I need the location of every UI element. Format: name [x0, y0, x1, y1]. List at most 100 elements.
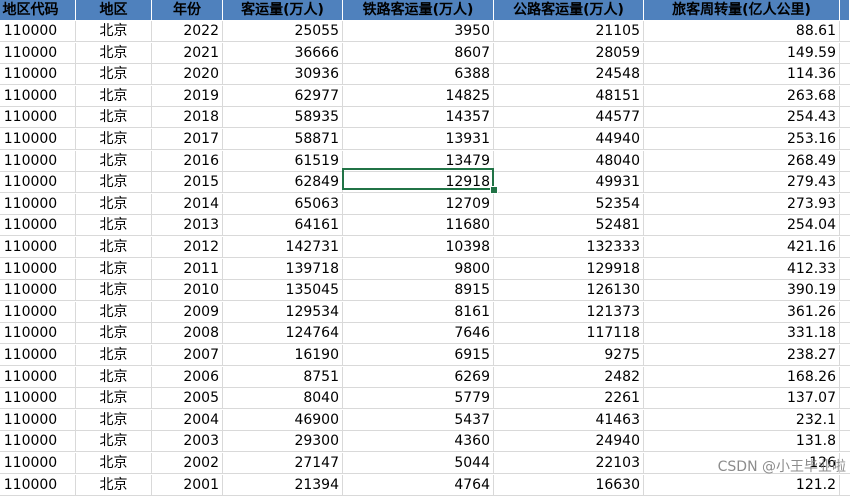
cell-year[interactable]: 2001 — [152, 474, 223, 496]
cell-empty[interactable] — [840, 259, 850, 280]
cell-passenger-volume[interactable]: 58871 — [223, 129, 343, 150]
cell-passenger-volume[interactable]: 16190 — [223, 345, 343, 366]
cell-region-code[interactable]: 110000 — [0, 388, 76, 410]
cell-empty[interactable] — [840, 410, 850, 431]
cell-region-code[interactable]: 110000 — [0, 258, 76, 280]
cell-passenger-volume[interactable]: 8751 — [223, 366, 343, 388]
cell-road-volume[interactable]: 24940 — [494, 431, 644, 453]
cell-rail-volume[interactable]: 4764 — [343, 474, 494, 496]
cell-region[interactable]: 北京 — [76, 388, 152, 410]
cell-turnover[interactable]: 268.49 — [644, 150, 840, 172]
cell-rail-volume[interactable]: 12918 — [343, 172, 494, 194]
cell-road-volume[interactable]: 16630 — [494, 474, 644, 496]
cell-empty[interactable] — [840, 172, 850, 194]
cell-rail-volume[interactable]: 13479 — [343, 150, 494, 172]
cell-passenger-volume[interactable]: 29300 — [223, 431, 343, 453]
header-road-passenger-volume[interactable]: 公路客运量(万人) — [494, 0, 644, 21]
cell-road-volume[interactable]: 44577 — [494, 107, 644, 129]
cell-year[interactable]: 2005 — [152, 388, 223, 410]
cell-region-code[interactable]: 110000 — [0, 21, 76, 42]
cell-road-volume[interactable]: 44940 — [494, 129, 644, 150]
cell-region[interactable]: 北京 — [76, 453, 152, 474]
cell-road-volume[interactable]: 22103 — [494, 453, 644, 474]
header-year[interactable]: 年份 — [152, 0, 223, 21]
cell-region-code[interactable]: 110000 — [0, 366, 76, 388]
cell-region-code[interactable]: 110000 — [0, 301, 76, 323]
cell-region[interactable]: 北京 — [76, 107, 152, 129]
header-region[interactable]: 地区 — [76, 0, 152, 21]
fill-handle[interactable] — [490, 186, 498, 194]
cell-region-code[interactable]: 110000 — [0, 431, 76, 453]
cell-passenger-volume[interactable]: 129534 — [223, 301, 343, 323]
cell-road-volume[interactable]: 52481 — [494, 215, 644, 237]
cell-passenger-volume[interactable]: 62977 — [223, 85, 343, 107]
cell-year[interactable]: 2017 — [152, 129, 223, 150]
cell-turnover[interactable]: 279.43 — [644, 172, 840, 194]
cell-rail-volume[interactable]: 14357 — [343, 107, 494, 129]
cell-rail-volume[interactable]: 8915 — [343, 280, 494, 302]
cell-empty[interactable] — [840, 129, 850, 150]
cell-empty[interactable] — [840, 367, 850, 388]
cell-region[interactable]: 北京 — [76, 366, 152, 388]
cell-turnover[interactable]: 390.19 — [644, 280, 840, 302]
cell-road-volume[interactable]: 121373 — [494, 301, 644, 323]
cell-passenger-volume[interactable]: 58935 — [223, 107, 343, 129]
cell-empty[interactable] — [840, 388, 850, 410]
cell-year[interactable]: 2004 — [152, 409, 223, 431]
cell-passenger-volume[interactable]: 65063 — [223, 193, 343, 215]
cell-rail-volume[interactable]: 6269 — [343, 366, 494, 388]
cell-year[interactable]: 2022 — [152, 21, 223, 42]
cell-rail-volume[interactable]: 6388 — [343, 64, 494, 86]
cell-region[interactable]: 北京 — [76, 64, 152, 86]
cell-empty[interactable] — [840, 86, 850, 107]
cell-passenger-volume[interactable]: 8040 — [223, 388, 343, 410]
cell-region-code[interactable]: 110000 — [0, 193, 76, 215]
cell-road-volume[interactable]: 24548 — [494, 64, 644, 86]
cell-rail-volume[interactable]: 8161 — [343, 301, 494, 323]
cell-region[interactable]: 北京 — [76, 237, 152, 258]
header-extra-column[interactable] — [840, 0, 850, 21]
header-passenger-volume[interactable]: 客运量(万人) — [223, 0, 343, 21]
cell-year[interactable]: 2015 — [152, 172, 223, 194]
cell-year[interactable]: 2002 — [152, 453, 223, 474]
cell-region[interactable]: 北京 — [76, 129, 152, 150]
cell-year[interactable]: 2021 — [152, 42, 223, 64]
cell-rail-volume[interactable]: 3950 — [343, 21, 494, 42]
cell-region[interactable]: 北京 — [76, 42, 152, 64]
cell-year[interactable]: 2008 — [152, 323, 223, 345]
cell-turnover[interactable]: 253.16 — [644, 129, 840, 150]
cell-turnover[interactable]: 131.8 — [644, 431, 840, 453]
cell-passenger-volume[interactable]: 30936 — [223, 64, 343, 86]
cell-passenger-volume[interactable]: 124764 — [223, 323, 343, 345]
cell-region-code[interactable]: 110000 — [0, 107, 76, 129]
cell-turnover[interactable]: 331.18 — [644, 323, 840, 345]
cell-empty[interactable] — [840, 237, 850, 258]
cell-region[interactable]: 北京 — [76, 193, 152, 215]
cell-year[interactable]: 2018 — [152, 107, 223, 129]
cell-region[interactable]: 北京 — [76, 323, 152, 345]
cell-empty[interactable] — [840, 302, 850, 323]
cell-turnover[interactable]: 121.2 — [644, 474, 840, 496]
cell-passenger-volume[interactable]: 21394 — [223, 474, 343, 496]
cell-road-volume[interactable]: 49931 — [494, 172, 644, 194]
cell-turnover[interactable]: 168.26 — [644, 366, 840, 388]
cell-rail-volume[interactable]: 8607 — [343, 42, 494, 64]
cell-year[interactable]: 2011 — [152, 258, 223, 280]
cell-region-code[interactable]: 110000 — [0, 64, 76, 86]
cell-rail-volume[interactable]: 9800 — [343, 258, 494, 280]
cell-empty[interactable] — [840, 64, 850, 86]
cell-region[interactable]: 北京 — [76, 409, 152, 431]
cell-rail-volume[interactable]: 12709 — [343, 193, 494, 215]
cell-region[interactable]: 北京 — [76, 474, 152, 496]
cell-region-code[interactable]: 110000 — [0, 409, 76, 431]
cell-region-code[interactable]: 110000 — [0, 129, 76, 150]
cell-region[interactable]: 北京 — [76, 280, 152, 302]
cell-road-volume[interactable]: 21105 — [494, 21, 644, 42]
cell-region-code[interactable]: 110000 — [0, 474, 76, 496]
cell-region-code[interactable]: 110000 — [0, 215, 76, 237]
cell-year[interactable]: 2007 — [152, 345, 223, 366]
cell-rail-volume[interactable]: 13931 — [343, 129, 494, 150]
cell-empty[interactable] — [840, 107, 850, 129]
header-rail-passenger-volume[interactable]: 铁路客运量(万人) — [343, 0, 494, 21]
cell-turnover[interactable]: 412.33 — [644, 258, 840, 280]
